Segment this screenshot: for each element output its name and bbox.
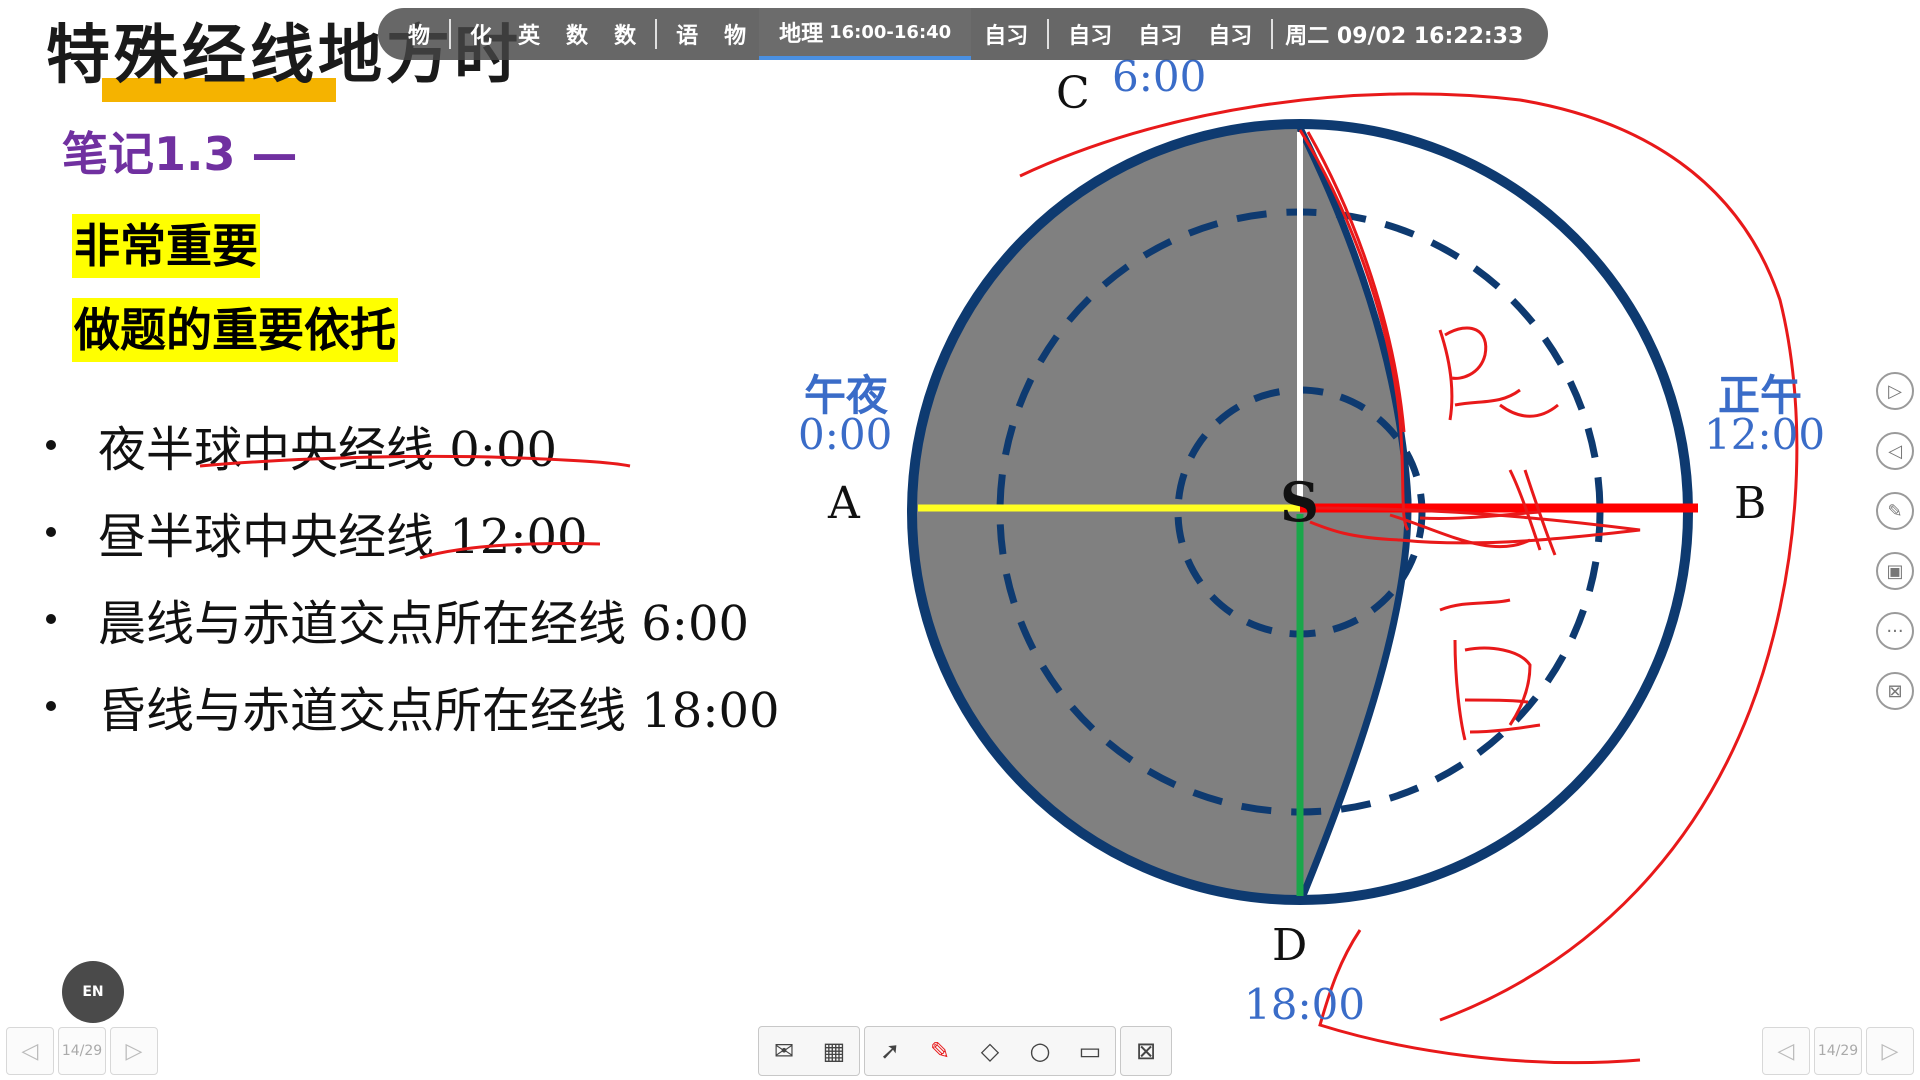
toolbar-divider xyxy=(449,19,452,49)
schedule-item[interactable]: 数 xyxy=(601,18,649,50)
more-icon[interactable]: ··· xyxy=(1876,612,1914,650)
exit-presentation-icon[interactable]: ⊠ xyxy=(1121,1027,1171,1075)
toolbar-divider xyxy=(655,19,658,49)
board-icon[interactable]: ▭ xyxy=(1065,1027,1115,1075)
language-badge[interactable]: EN xyxy=(62,961,124,1023)
polar-view-svg xyxy=(880,92,1799,1065)
tool-group-share: ✉ ▦ xyxy=(758,1026,860,1076)
earth-polar-diagram: C 6:00 午夜 0:00 A 正午 12:00 B S D 18:00 xyxy=(798,52,1840,1080)
tool-group-draw: ➚ ✎ ◇ ○ ▭ xyxy=(864,1026,1116,1076)
toolbar-divider xyxy=(1047,19,1050,49)
active-subject: 地理 xyxy=(779,22,824,47)
prev-page-button[interactable]: ◁ xyxy=(6,1027,54,1075)
clock-time: 16:22:33 xyxy=(1413,24,1524,49)
pen-icon[interactable]: ✎ xyxy=(915,1027,965,1075)
zoom-icon[interactable]: ○ xyxy=(1015,1027,1065,1075)
toolbar-divider xyxy=(1271,19,1274,49)
point-b-time: 12:00 xyxy=(1704,410,1826,459)
play-next-icon[interactable]: ▷ xyxy=(1876,372,1914,410)
schedule-item[interactable]: 物 xyxy=(711,18,759,50)
point-b-label: B xyxy=(1734,478,1767,529)
pointer-icon[interactable]: ➚ xyxy=(865,1027,915,1075)
point-d-time: 18:00 xyxy=(1244,980,1366,1029)
pen-settings-icon[interactable]: ✎ xyxy=(1876,492,1914,530)
mail-icon[interactable]: ✉ xyxy=(759,1027,809,1075)
page-indicator: 14/29 xyxy=(58,1027,106,1075)
schedule-item[interactable]: 自习 xyxy=(1195,18,1265,50)
schedule-item[interactable]: 数 xyxy=(553,18,601,50)
prev-page-button[interactable]: ◁ xyxy=(1762,1027,1810,1075)
active-time: 16:00-16:40 xyxy=(829,21,952,43)
schedule-toolbar: 物 化 英 数 数 语 物 地理 16:00-16:40 自习 自习 自习 自习… xyxy=(378,8,1548,60)
schedule-item[interactable]: 自习 xyxy=(971,18,1041,50)
close-screen-icon[interactable]: ⊠ xyxy=(1876,672,1914,710)
next-page-button[interactable]: ▷ xyxy=(1866,1027,1914,1075)
schedule-item[interactable]: 物 xyxy=(378,18,443,50)
pager-right: ◁ 14/29 ▷ xyxy=(1762,1026,1914,1076)
presentation-toolbar: ✉ ▦ ➚ ✎ ◇ ○ ▭ ⊠ xyxy=(758,1026,1176,1076)
next-page-button[interactable]: ▷ xyxy=(110,1027,158,1075)
qr-icon[interactable]: ▦ xyxy=(809,1027,859,1075)
eraser-icon[interactable]: ◇ xyxy=(965,1027,1015,1075)
tool-group-exit: ⊠ xyxy=(1120,1026,1172,1076)
point-a-label: A xyxy=(828,478,860,529)
play-prev-icon[interactable]: ◁ xyxy=(1876,432,1914,470)
point-c-label: C xyxy=(1056,68,1090,119)
pager-left: ◁ 14/29 ▷ xyxy=(6,1026,158,1076)
schedule-item[interactable]: 语 xyxy=(663,18,711,50)
point-a-time: 0:00 xyxy=(798,410,893,459)
schedule-item[interactable]: 英 xyxy=(505,18,553,50)
schedule-item[interactable]: 自习 xyxy=(1125,18,1195,50)
schedule-item-active[interactable]: 地理 16:00-16:40 xyxy=(759,8,972,60)
page-indicator: 14/29 xyxy=(1814,1027,1862,1075)
point-d-label: D xyxy=(1272,920,1308,971)
south-pole-label: S xyxy=(1280,470,1319,534)
clock-date: 周二 09/02 xyxy=(1285,24,1407,49)
schedule-item[interactable]: 自习 xyxy=(1055,18,1125,50)
clock: 周二 09/02 16:22:33 xyxy=(1285,18,1545,50)
schedule-item[interactable]: 化 xyxy=(457,18,505,50)
screen-icon[interactable]: ▣ xyxy=(1876,552,1914,590)
